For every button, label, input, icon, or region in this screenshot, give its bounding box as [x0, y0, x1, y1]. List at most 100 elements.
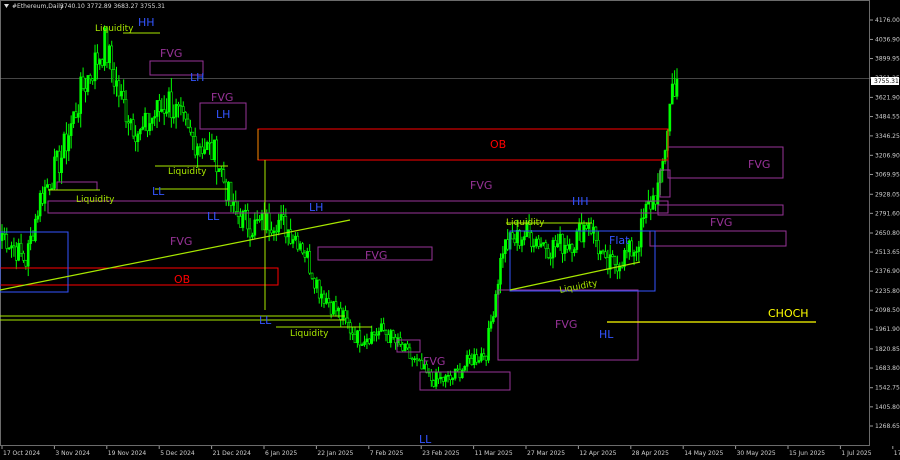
candle-body: [260, 213, 264, 221]
candle-body: [549, 257, 552, 259]
candle-body: [375, 334, 378, 336]
candle-body: [196, 146, 199, 156]
candle-body: [604, 251, 607, 258]
candle-body: [494, 294, 498, 317]
candle-body: [215, 139, 218, 173]
x-tick-label: 3 Nov 2024: [55, 450, 90, 457]
candle-body: [465, 354, 469, 367]
candle-body: [360, 344, 364, 346]
choch-label: CHOCH: [768, 307, 809, 320]
candle-body: [594, 226, 598, 241]
candle-body: [122, 91, 125, 100]
price-chart[interactable]: 4176.004036.903899.953761.253621.903484.…: [0, 0, 900, 460]
candle-body: [558, 233, 562, 244]
candle-body: [406, 343, 409, 349]
candle-body: [306, 251, 309, 258]
candle-body: [675, 78, 679, 97]
candle-body: [127, 121, 130, 124]
candle-body: [565, 244, 569, 250]
candle-body: [124, 99, 128, 123]
candle-body: [403, 343, 407, 351]
candle-body: [387, 334, 390, 344]
candle-body: [647, 201, 650, 205]
x-tick-label: 1 Jul 2025: [841, 450, 871, 457]
candle-body: [117, 80, 121, 97]
fvg-label-2: FVG: [211, 91, 233, 104]
candle-body: [582, 224, 586, 243]
y-tick-label: 3346.25: [875, 133, 900, 140]
candle-body: [232, 201, 235, 206]
candle-body: [310, 272, 314, 279]
candle-body: [57, 150, 61, 173]
candle-body: [69, 123, 73, 136]
candle-body: [239, 216, 242, 228]
candle-body: [637, 246, 641, 252]
candle-body: [389, 330, 393, 344]
candle-body: [344, 310, 347, 319]
candle-body: [34, 218, 37, 241]
y-tick-label: 4036.90: [875, 36, 900, 43]
candle-body: [339, 307, 342, 320]
candle-body: [86, 75, 90, 92]
candle-body: [439, 377, 443, 380]
candle-body: [98, 59, 102, 65]
candle-body: [12, 245, 16, 248]
candle-body: [10, 245, 13, 249]
candle-body: [77, 113, 80, 118]
candle-body: [119, 91, 123, 97]
candle-body: [48, 184, 52, 190]
candle-body: [19, 243, 23, 254]
candle-body: [492, 316, 495, 322]
candle-body: [322, 293, 326, 304]
candle-body: [0, 233, 4, 242]
y-tick-label: 2513.65: [875, 249, 900, 256]
x-tick-label: 14 May 2025: [684, 450, 723, 457]
candle-body: [587, 223, 591, 229]
candle-body: [272, 230, 276, 234]
candle-body: [568, 243, 571, 250]
candle-body: [296, 235, 300, 250]
x-tick-label: 27 Mar 2025: [527, 450, 565, 457]
candle-body: [284, 216, 288, 238]
candle-body: [15, 246, 18, 261]
candle-body: [251, 234, 254, 238]
candle-body: [5, 234, 9, 249]
candle-body: [453, 368, 457, 379]
candle-body: [181, 106, 185, 113]
candle-body: [580, 223, 583, 243]
candle-body: [520, 239, 524, 246]
candle-body: [65, 133, 68, 152]
candle-body: [668, 103, 672, 132]
candle-body: [611, 254, 614, 257]
candle-body: [329, 302, 333, 315]
candle-body: [434, 372, 438, 387]
x-tick-label: 12 Apr 2025: [579, 450, 616, 457]
candle-body: [248, 228, 252, 238]
candle-body: [651, 195, 655, 210]
liquidity-label-3: Liquidity: [76, 195, 115, 205]
structure-label-ll-1: LL: [152, 185, 165, 198]
candle-body: [348, 322, 352, 334]
x-tick-label: 21 Dec 2024: [213, 450, 252, 457]
candle-body: [539, 243, 543, 247]
candle-body: [356, 330, 359, 343]
candle-body: [93, 52, 97, 82]
candle-body: [129, 119, 133, 124]
candle-body: [41, 193, 44, 204]
candle-body: [74, 111, 78, 118]
candle-body: [635, 251, 638, 253]
candle-body: [530, 232, 533, 247]
candle-body: [184, 112, 187, 120]
candle-body: [229, 181, 233, 206]
candle-body: [160, 109, 164, 112]
candle-body: [372, 331, 376, 335]
candle-body: [112, 69, 116, 87]
candle-body: [444, 375, 447, 382]
x-tick-label: 19 Nov 2024: [108, 450, 147, 457]
candle-body: [79, 76, 83, 114]
candle-body: [60, 157, 63, 173]
candle-body: [673, 83, 676, 97]
candle-body: [131, 119, 135, 137]
candle-body: [382, 323, 385, 331]
fvg-label-4: FVG: [170, 235, 192, 248]
